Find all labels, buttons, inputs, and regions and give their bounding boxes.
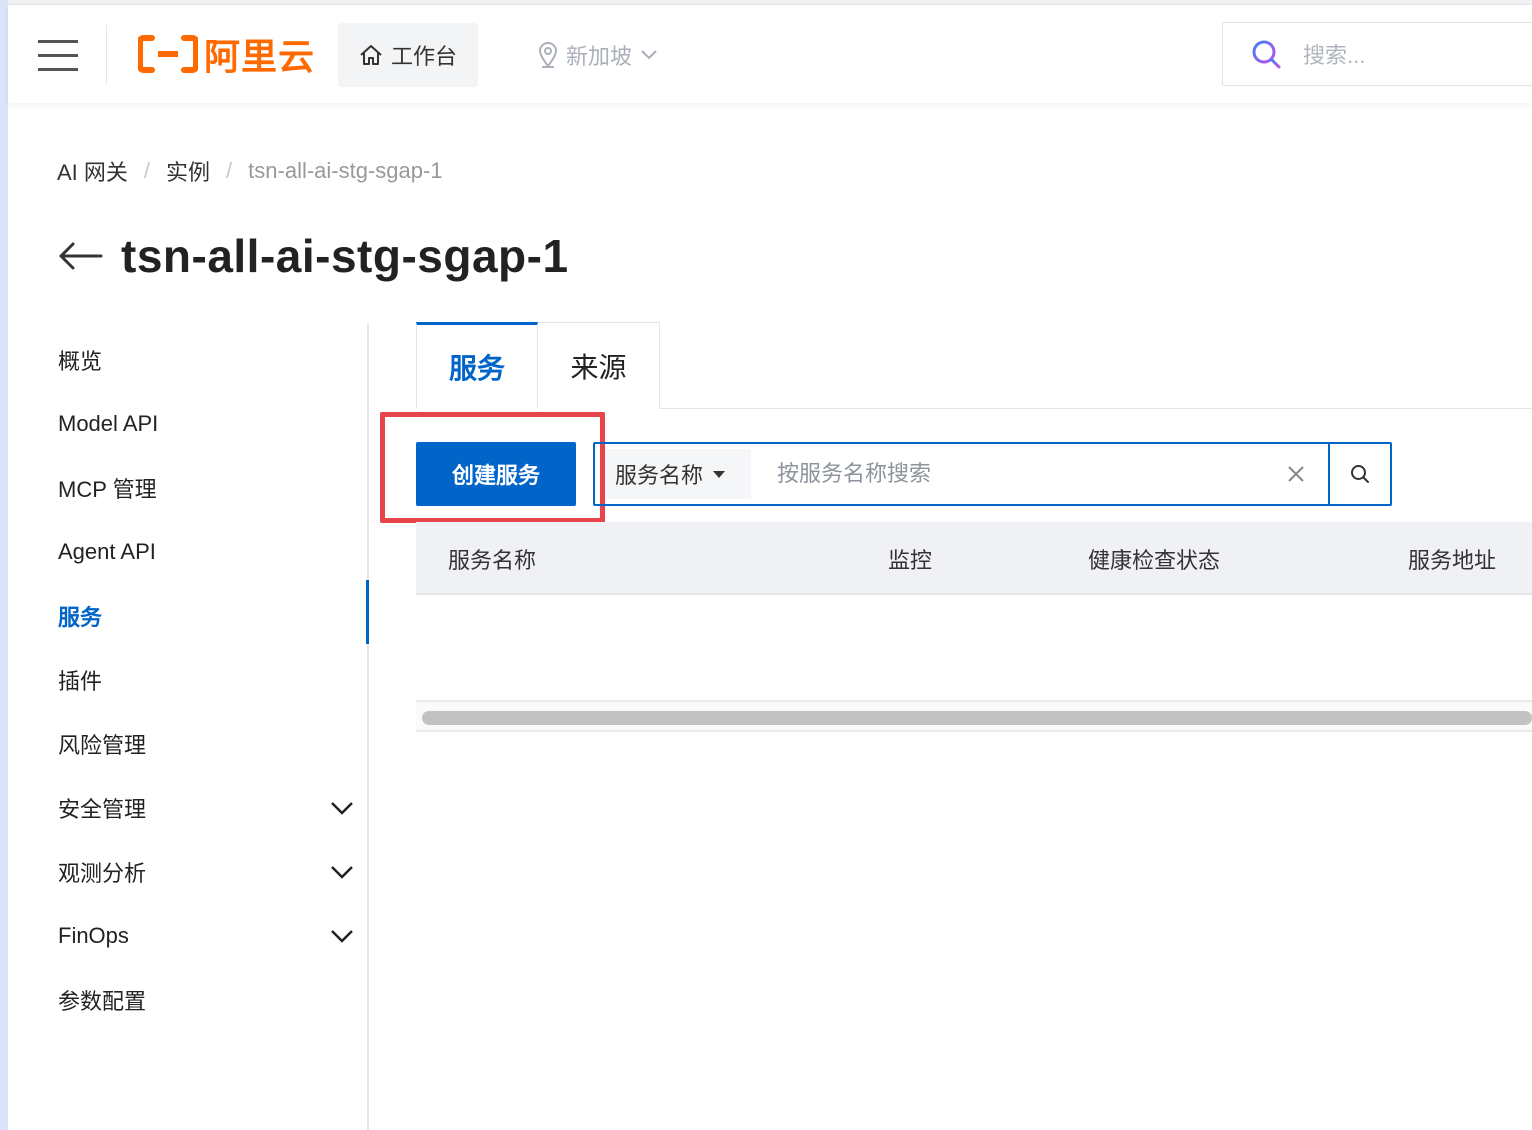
sidebar-item-label: MCP 管理 xyxy=(58,477,157,502)
breadcrumb-separator: / xyxy=(143,158,151,183)
home-icon xyxy=(360,45,382,65)
topbar-divider xyxy=(106,25,107,85)
aliyun-logo-mark-icon xyxy=(138,35,198,73)
chevron-down-icon xyxy=(331,930,353,943)
column-header-service-name: 服务名称 xyxy=(448,547,537,573)
sidebar-item-observability[interactable]: 观测分析 xyxy=(58,852,354,892)
breadcrumb-separator: / xyxy=(226,158,233,183)
sidebar-item-plugins[interactable]: 插件 xyxy=(58,660,354,700)
sidebar-item-services[interactable]: 服务 xyxy=(58,596,354,636)
region-label: 新加坡 xyxy=(566,44,633,69)
horizontal-scrollbar[interactable] xyxy=(416,700,1532,732)
sidebar-item-finops[interactable]: FinOps xyxy=(58,916,354,956)
chevron-down-icon xyxy=(331,802,353,815)
search-submit-button[interactable] xyxy=(1328,444,1390,504)
sidebar-item-label: 参数配置 xyxy=(58,989,147,1014)
tabs-baseline xyxy=(660,408,1532,409)
sidebar-item-label: FinOps xyxy=(58,923,129,948)
workbench-button[interactable]: 工作台 xyxy=(338,23,478,87)
sidebar-item-label: Model API xyxy=(58,411,159,436)
sidebar-item-risk-management[interactable]: 风险管理 xyxy=(58,724,354,764)
breadcrumb: AI 网关 / 实例 / tsn-all-ai-stg-sgap-1 xyxy=(57,155,443,187)
sidebar-active-indicator xyxy=(366,580,369,644)
sidebar-item-security-management[interactable]: 安全管理 xyxy=(58,788,354,828)
sidebar-item-label: Agent API xyxy=(58,539,156,564)
column-header-health-check: 健康检查状态 xyxy=(1088,547,1221,573)
sidebar-item-label: 概览 xyxy=(58,349,103,374)
scrollbar-thumb[interactable] xyxy=(422,711,1532,725)
column-header-service-address: 服务地址 xyxy=(1408,547,1497,573)
menu-icon[interactable] xyxy=(38,40,78,71)
search-icon xyxy=(1351,465,1369,483)
sidebar-item-label: 插件 xyxy=(58,669,103,694)
sidebar-item-mcp-management[interactable]: MCP 管理 xyxy=(58,468,354,508)
sidebar-item-label: 观测分析 xyxy=(58,861,147,886)
global-search-placeholder: 搜索... xyxy=(1303,43,1366,68)
back-arrow-icon[interactable] xyxy=(57,241,103,271)
top-navigation-bar: 阿里云 工作台 新加坡 搜索... xyxy=(8,5,1532,103)
service-search-group: 服务名称 xyxy=(593,442,1392,506)
search-icon xyxy=(1252,40,1281,69)
brand-name: 阿里云 xyxy=(204,37,316,78)
breadcrumb-current: tsn-all-ai-stg-sgap-1 xyxy=(248,158,443,183)
clear-search-button[interactable] xyxy=(1274,452,1318,496)
location-pin-icon xyxy=(538,42,558,68)
close-icon xyxy=(1288,466,1304,482)
service-search-input[interactable] xyxy=(751,449,1274,499)
sidebar-item-label: 服务 xyxy=(58,605,103,630)
search-field-select[interactable]: 服务名称 xyxy=(605,449,751,499)
sidebar-item-model-api[interactable]: Model API xyxy=(58,404,354,444)
page-title-row: tsn-all-ai-stg-sgap-1 xyxy=(57,228,569,284)
search-field-select-value: 服务名称 xyxy=(615,463,704,488)
services-table-body xyxy=(416,595,1532,700)
sidebar-item-parameter-config[interactable]: 参数配置 xyxy=(58,980,354,1020)
page-title: tsn-all-ai-stg-sgap-1 xyxy=(121,230,569,282)
tab-sources[interactable]: 来源 xyxy=(538,322,660,409)
workbench-label: 工作台 xyxy=(390,44,457,69)
sidebar-item-label: 安全管理 xyxy=(58,797,147,822)
instance-sidebar: 概览 Model API MCP 管理 Agent API 服务 插件 风险管理… xyxy=(0,323,369,1130)
breadcrumb-instances[interactable]: 实例 xyxy=(166,155,210,187)
chevron-down-icon xyxy=(641,50,657,60)
breadcrumb-ai-gateway[interactable]: AI 网关 xyxy=(57,155,128,187)
chevron-down-icon xyxy=(331,866,353,879)
sidebar-item-overview[interactable]: 概览 xyxy=(58,340,354,380)
content-tabs: 服务 来源 xyxy=(416,322,660,409)
global-search[interactable]: 搜索... xyxy=(1222,22,1532,86)
sidebar-item-label: 风险管理 xyxy=(58,733,147,758)
sidebar-item-agent-api[interactable]: Agent API xyxy=(58,532,354,572)
tab-services[interactable]: 服务 xyxy=(416,322,538,409)
column-header-monitoring: 监控 xyxy=(888,547,933,573)
region-selector[interactable]: 新加坡 xyxy=(538,35,658,75)
caret-down-icon xyxy=(713,470,726,478)
aliyun-logo[interactable]: 阿里云 xyxy=(138,32,315,78)
services-table-header: 服务名称 监控 健康检查状态 服务地址 xyxy=(416,522,1532,595)
annotation-highlight-box xyxy=(380,412,605,523)
